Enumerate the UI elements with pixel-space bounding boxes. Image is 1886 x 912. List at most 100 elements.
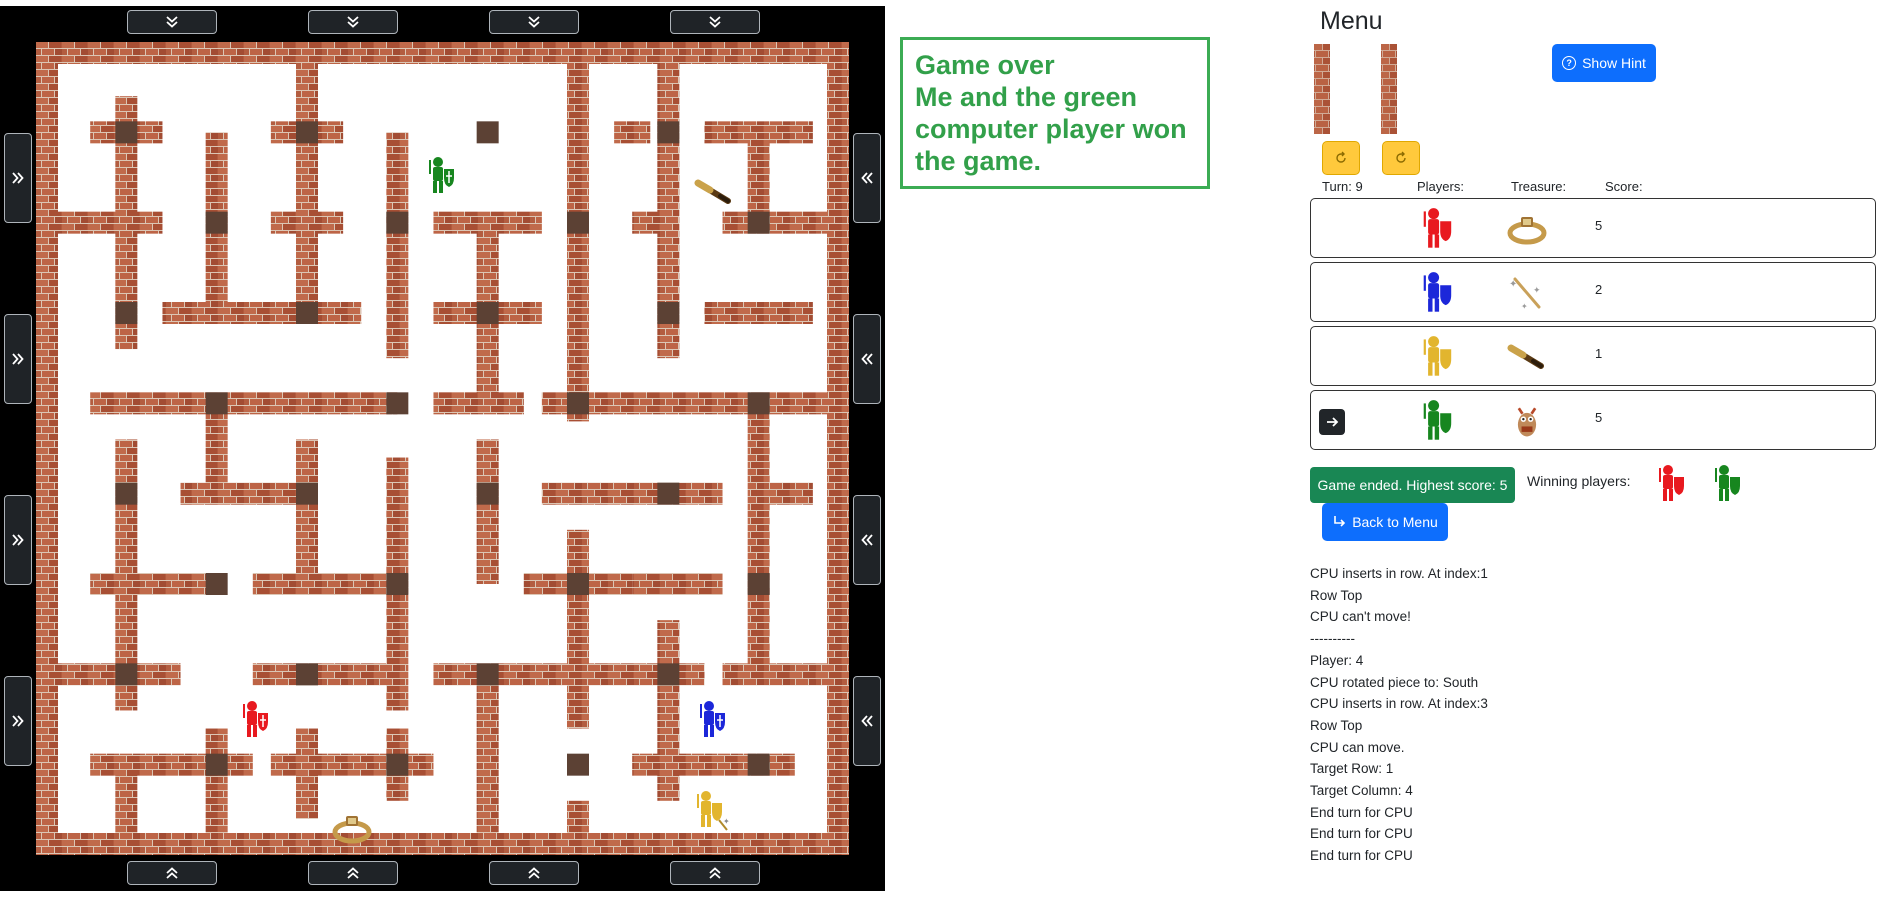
turn-label: Turn: 9	[1322, 179, 1363, 194]
player-row-blue: ✦ ✦ ✦ 2	[1310, 262, 1876, 322]
log-line: Row Top	[1310, 717, 1363, 733]
shift-row-right-button-1[interactable]	[4, 133, 32, 223]
player-row-red: 5	[1310, 198, 1876, 258]
log-line: CPU can move.	[1310, 739, 1405, 755]
question-circle-icon: ?	[1562, 56, 1577, 70]
score-value: 5	[1595, 410, 1603, 425]
log-line: End turn for CPU	[1310, 804, 1413, 820]
log-line: End turn for CPU	[1310, 848, 1413, 864]
shift-row-left-button-4[interactable]	[853, 676, 881, 766]
knight-icon	[700, 701, 725, 737]
double-chevron-up-icon	[709, 867, 721, 879]
rotate-tile-button-1[interactable]	[1322, 141, 1360, 175]
game-over-line-1: Game over	[915, 50, 1055, 80]
red-knight-piece	[236, 698, 276, 742]
game-over-line-2: Me and the green	[915, 82, 1138, 112]
shift-row-left-button-1[interactable]	[853, 133, 881, 223]
return-arrow-icon	[1334, 516, 1346, 527]
score-value: 1	[1595, 346, 1603, 361]
game-over-line-3: computer player won	[915, 114, 1187, 144]
red-knight-icon	[1423, 208, 1452, 248]
knight-icon: ✦	[697, 791, 730, 831]
green-knight-piece	[422, 154, 462, 198]
game-board: ✦	[0, 6, 885, 891]
shift-column-up-button-3[interactable]	[489, 861, 579, 885]
score-value: 2	[1595, 282, 1603, 297]
log-line: Target Column: 4	[1310, 783, 1413, 799]
blue-knight-icon	[1423, 272, 1452, 312]
ring-icon	[332, 816, 372, 844]
magic-wand-icon: ✦ ✦ ✦	[1509, 277, 1541, 311]
back-to-menu-button[interactable]: Back to Menu	[1322, 503, 1448, 541]
shift-column-down-button-1[interactable]	[127, 10, 217, 34]
game-log: CPU inserts in row. At index:1 Row Top C…	[1310, 563, 1488, 867]
winning-players-label: Winning players:	[1527, 473, 1631, 489]
ring-treasure	[332, 806, 372, 850]
game-over-line-4: the game.	[915, 146, 1042, 176]
game-over-message: Game over Me and the green computer play…	[900, 37, 1210, 189]
svg-text:✦: ✦	[1521, 302, 1528, 311]
owl-amulet-icon	[1517, 407, 1537, 437]
shift-column-down-button-3[interactable]	[489, 10, 579, 34]
double-chevron-down-icon	[166, 16, 178, 28]
spare-tile-preview-2	[1377, 44, 1401, 134]
show-hint-label: Show Hint	[1582, 55, 1646, 71]
menu-title: Menu	[1320, 7, 1383, 35]
log-line: End turn for CPU	[1310, 826, 1413, 842]
shift-row-right-button-4[interactable]	[4, 676, 32, 766]
shift-row-right-button-3[interactable]	[4, 495, 32, 585]
double-chevron-right-icon	[12, 715, 24, 727]
double-chevron-up-icon	[347, 867, 359, 879]
double-chevron-right-icon	[12, 353, 24, 365]
treasure-header: Treasure:	[1511, 179, 1567, 194]
show-hint-button[interactable]: ? Show Hint	[1552, 44, 1656, 82]
svg-text:✦: ✦	[1533, 286, 1541, 296]
double-chevron-left-icon	[861, 353, 873, 365]
double-chevron-right-icon	[12, 534, 24, 546]
double-chevron-down-icon	[709, 16, 721, 28]
shift-row-right-button-2[interactable]	[4, 314, 32, 404]
player-row-yellow: 1	[1310, 326, 1876, 386]
players-header: Players:	[1417, 179, 1464, 194]
spyglass-treasure	[694, 170, 734, 214]
knight-icon	[243, 701, 268, 737]
shift-column-down-button-2[interactable]	[308, 10, 398, 34]
shift-column-up-button-1[interactable]	[127, 861, 217, 885]
shift-column-up-button-2[interactable]	[308, 861, 398, 885]
spare-tile-preview-1	[1310, 44, 1334, 134]
ring-icon	[1507, 217, 1547, 245]
rotate-icon	[1336, 151, 1346, 163]
rotate-icon	[1396, 151, 1406, 163]
log-line: CPU can't move!	[1310, 609, 1411, 625]
log-line: CPU rotated piece to: South	[1310, 674, 1479, 690]
log-line: CPU inserts in row. At index:3	[1310, 696, 1488, 712]
log-line: ----------	[1310, 631, 1355, 647]
green-winner-icon	[1715, 465, 1740, 501]
double-chevron-left-icon	[861, 534, 873, 546]
arrow-right-icon	[1319, 409, 1345, 435]
shift-row-left-button-3[interactable]	[853, 495, 881, 585]
shift-column-up-button-4[interactable]	[670, 861, 760, 885]
game-ended-badge: Game ended. Highest score: 5	[1310, 467, 1515, 503]
shift-column-down-button-4[interactable]	[670, 10, 760, 34]
rotate-tile-button-2[interactable]	[1382, 141, 1420, 175]
blue-knight-piece	[693, 698, 733, 742]
player-row-green: 5	[1310, 390, 1876, 450]
shift-row-left-button-2[interactable]	[853, 314, 881, 404]
score-value: 5	[1595, 218, 1603, 233]
log-line: CPU inserts in row. At index:1	[1310, 566, 1488, 581]
back-to-menu-label: Back to Menu	[1352, 514, 1438, 530]
double-chevron-up-icon	[528, 867, 540, 879]
log-line: Target Row: 1	[1310, 761, 1394, 777]
log-line: Row Top	[1310, 587, 1363, 603]
double-chevron-down-icon	[528, 16, 540, 28]
double-chevron-down-icon	[347, 16, 359, 28]
yellow-knight-icon	[1423, 336, 1452, 376]
double-chevron-up-icon	[166, 867, 178, 879]
red-winner-icon	[1659, 465, 1684, 501]
log-line: Player: 4	[1310, 652, 1364, 668]
svg-text:✦: ✦	[1509, 279, 1517, 290]
svg-text:✦: ✦	[723, 817, 730, 826]
spyglass-icon	[694, 179, 731, 204]
score-header: Score:	[1605, 179, 1643, 194]
